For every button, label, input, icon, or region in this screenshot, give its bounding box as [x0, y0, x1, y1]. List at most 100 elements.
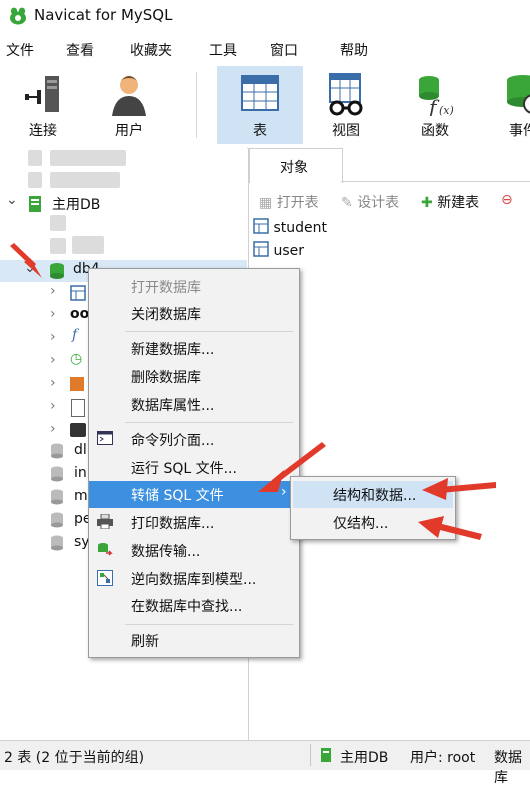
menu-item-label: 打印数据库...	[131, 516, 215, 532]
database-context-menu: 打开数据库 关闭数据库 新建数据库... 删除数据库 数据库属性... 命令列介…	[88, 268, 300, 658]
menu-open-database[interactable]: 打开数据库	[89, 273, 299, 300]
server-icon	[28, 150, 42, 166]
database-icon	[51, 443, 63, 459]
submenu-structure-and-data[interactable]: 结构和数据...	[293, 481, 453, 508]
design-table-button[interactable]: ✎ 设计表	[341, 192, 399, 212]
menu-database-properties[interactable]: 数据库属性...	[89, 391, 299, 418]
views-folder-icon: oo	[70, 306, 90, 322]
functions-folder-icon: f	[72, 327, 78, 343]
printer-icon	[97, 514, 113, 529]
status-database: 数据库	[494, 750, 522, 786]
title-bar: Navicat for MySQL	[0, 0, 530, 32]
connect-button[interactable]: 连接	[0, 66, 86, 144]
view-button[interactable]: 视图	[303, 66, 389, 144]
view-label: 视图	[332, 123, 360, 139]
data-transfer-icon	[98, 543, 113, 556]
expand-chevron-icon[interactable]: ›	[50, 375, 56, 391]
navicat-logo-icon	[10, 7, 26, 25]
event-icon	[507, 75, 530, 114]
new-table-button[interactable]: ✚ 新建表	[421, 192, 479, 212]
svg-text:(x): (x)	[439, 104, 454, 116]
menu-item-label: 逆向数据库到模型...	[131, 572, 257, 588]
expand-chevron-icon[interactable]: ›	[50, 421, 56, 437]
server-icon	[321, 748, 331, 762]
collapse-chevron-icon[interactable]: ⌄	[6, 192, 18, 208]
menu-delete-database[interactable]: 删除数据库	[89, 363, 299, 390]
tab-objects[interactable]: 对象	[249, 148, 343, 183]
table-name: user	[273, 243, 304, 259]
design-table-label: 设计表	[357, 195, 400, 211]
event-button[interactable]: 事件	[480, 66, 530, 144]
expand-chevron-icon[interactable]: ›	[50, 283, 56, 299]
expand-chevron-icon[interactable]: ›	[50, 306, 56, 322]
database-item[interactable]: dl	[74, 442, 87, 458]
window-title: Navicat for MySQL	[34, 6, 173, 24]
submenu-item-label: 仅结构...	[333, 516, 389, 532]
status-table-count: 2 表 (2 位于当前的组)	[4, 750, 145, 766]
expand-chevron-icon[interactable]: ›	[50, 329, 56, 345]
function-label: 函数	[421, 123, 449, 139]
table-icon	[253, 241, 269, 257]
menu-print-database[interactable]: 打印数据库...	[89, 509, 299, 536]
blurred-connection[interactable]	[50, 172, 120, 188]
table-button[interactable]: 表	[217, 66, 303, 144]
submenu-structure-only[interactable]: 仅结构...	[293, 509, 453, 536]
menu-item-label: 删除数据库	[131, 370, 201, 386]
user-button[interactable]: 用户	[86, 66, 172, 144]
menu-view[interactable]: 查看	[66, 40, 94, 60]
design-table-icon: ✎	[341, 195, 353, 211]
delete-table-icon[interactable]: ⊖	[501, 192, 513, 208]
table-row[interactable]: student	[253, 218, 327, 236]
table-label: 表	[253, 123, 267, 139]
database-icon	[50, 263, 64, 279]
menu-close-database[interactable]: 关闭数据库	[89, 300, 299, 327]
main-toolbar: 连接 用户 表 视图 f (x) 函数 事	[0, 66, 530, 149]
user-icon	[112, 76, 146, 116]
blurred-database[interactable]	[72, 236, 104, 254]
expand-chevron-icon[interactable]: ⌄	[24, 260, 36, 276]
events-folder-icon: ◷	[70, 351, 83, 367]
function-button[interactable]: f (x) 函数	[392, 66, 478, 144]
open-table-button[interactable]: ▦ 打开表	[259, 192, 319, 212]
menu-data-transfer[interactable]: 数据传输...	[89, 537, 299, 564]
menu-tools[interactable]: 工具	[209, 40, 237, 60]
database-icon	[50, 215, 66, 231]
menu-reverse-to-model[interactable]: 逆向数据库到模型...	[89, 565, 299, 592]
menu-item-label: 转储 SQL 文件	[131, 488, 224, 504]
menu-find-in-database[interactable]: 在数据库中查找...	[89, 592, 299, 619]
console-icon	[97, 431, 113, 445]
menu-item-label: 刷新	[131, 634, 159, 650]
dump-sql-submenu: 结构和数据... 仅结构...	[290, 476, 456, 540]
menu-item-label: 在数据库中查找...	[131, 599, 243, 615]
menu-new-database[interactable]: 新建数据库...	[89, 335, 299, 362]
expand-chevron-icon[interactable]: ›	[50, 398, 56, 414]
menu-refresh[interactable]: 刷新	[89, 627, 299, 654]
new-table-icon: ✚	[421, 195, 433, 211]
database-item[interactable]: in	[74, 465, 87, 481]
submenu-item-label: 结构和数据...	[333, 488, 417, 504]
menu-run-sql-file[interactable]: 运行 SQL 文件...	[89, 454, 299, 481]
reports-folder-icon	[71, 399, 85, 417]
plug-icon	[25, 76, 59, 112]
menu-command-line[interactable]: 命令列介面...	[89, 426, 299, 453]
menu-dump-sql-file[interactable]: 转储 SQL 文件 ›	[89, 481, 299, 508]
table-row[interactable]: user	[253, 241, 304, 259]
submenu-arrow-icon: ›	[281, 484, 287, 500]
tab-underline	[341, 181, 530, 182]
server-icon	[28, 172, 42, 188]
menu-bar: 文件 查看 收藏夹 工具 窗口 帮助	[0, 32, 530, 66]
database-icon	[51, 466, 63, 482]
menu-separator	[125, 624, 293, 625]
blurred-connection[interactable]	[50, 150, 126, 166]
connection-name[interactable]: 主用DB	[52, 194, 100, 214]
menu-favorites[interactable]: 收藏夹	[130, 40, 172, 60]
status-connection: 主用DB	[340, 750, 389, 766]
database-icon	[51, 512, 63, 528]
menu-help[interactable]: 帮助	[340, 40, 368, 60]
expand-chevron-icon[interactable]: ›	[50, 352, 56, 368]
queries-folder-icon	[70, 377, 84, 391]
database-item[interactable]: m	[74, 488, 88, 504]
menu-item-label: 数据传输...	[131, 544, 201, 560]
menu-file[interactable]: 文件	[6, 40, 34, 60]
menu-window[interactable]: 窗口	[270, 40, 298, 60]
